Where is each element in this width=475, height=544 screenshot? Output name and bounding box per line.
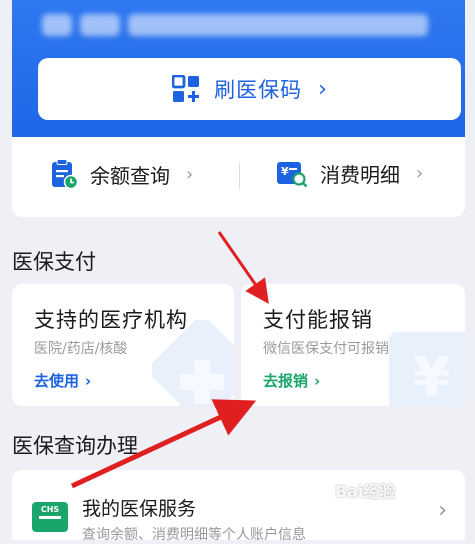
my-medical-service-row[interactable]: CHS 我的医保服务 查询余额、消费明细等个人账户信息 › <box>12 470 465 543</box>
link-label: 去报销 <box>263 372 309 390</box>
watermark-text: Bai经验 <box>335 482 396 501</box>
divider <box>239 163 240 189</box>
chevron-right-icon: › <box>318 76 327 102</box>
chs-badge-text: CHS <box>40 505 60 514</box>
chevron-right-icon: › <box>416 163 424 184</box>
consumption-detail-label: 消费明细 <box>320 163 400 187</box>
yuan-watermark-icon: ¥ <box>389 332 465 406</box>
chevron-right-icon: › <box>186 163 194 185</box>
section-title-payment: 医保支付 <box>12 250 96 274</box>
chevron-right-icon: › <box>438 498 447 523</box>
card-supported-institutions[interactable]: 支持的医疗机构 医院/药店/核酸 去使用 › <box>12 284 234 406</box>
clipboard-clock-icon <box>52 159 78 189</box>
consumption-detail-button[interactable]: ¥ 消费明细 › <box>276 159 423 188</box>
balance-query-button[interactable]: 余额查询 › <box>50 159 193 189</box>
qr-code-icon <box>172 75 200 102</box>
go-reimburse-link[interactable]: 去报销 › <box>263 370 320 391</box>
blur-block <box>128 14 428 36</box>
service-subtitle: 查询余额、消费明细等个人账户信息 <box>82 527 306 543</box>
svg-text:¥: ¥ <box>281 165 289 178</box>
hero-header: 刷医保码 › <box>12 0 465 137</box>
card-title: 支付能报销 <box>263 308 373 332</box>
balance-query-label: 余额查询 <box>90 163 170 188</box>
chevron-right-icon: › <box>314 371 321 390</box>
blur-block <box>42 14 72 36</box>
card-title: 支持的医疗机构 <box>34 308 188 332</box>
go-use-link[interactable]: 去使用 › <box>34 370 91 391</box>
service-title: 我的医保服务 <box>82 498 197 520</box>
link-label: 去使用 <box>34 372 80 390</box>
scan-button-label: 刷医保码 <box>214 78 303 102</box>
chevron-right-icon: › <box>85 371 92 390</box>
quick-actions-bar: 余额查询 › ¥ 消费明细 › <box>12 137 465 217</box>
chs-badge-icon: CHS <box>32 502 68 532</box>
blur-block <box>80 14 120 36</box>
scan-medical-code-button[interactable]: 刷医保码 › <box>38 58 461 120</box>
receipt-search-icon: ¥ <box>277 161 308 187</box>
card-subtitle: 微信医保支付可报销 <box>263 341 389 357</box>
svg-text:¥: ¥ <box>413 346 451 406</box>
card-subtitle: 医院/药店/核酸 <box>34 341 128 357</box>
card-payment-reimbursable[interactable]: ¥ 支付能报销 微信医保支付可报销 去报销 › <box>241 284 465 406</box>
section-title-query: 医保查询办理 <box>12 434 138 458</box>
blurred-user-info <box>42 14 428 38</box>
